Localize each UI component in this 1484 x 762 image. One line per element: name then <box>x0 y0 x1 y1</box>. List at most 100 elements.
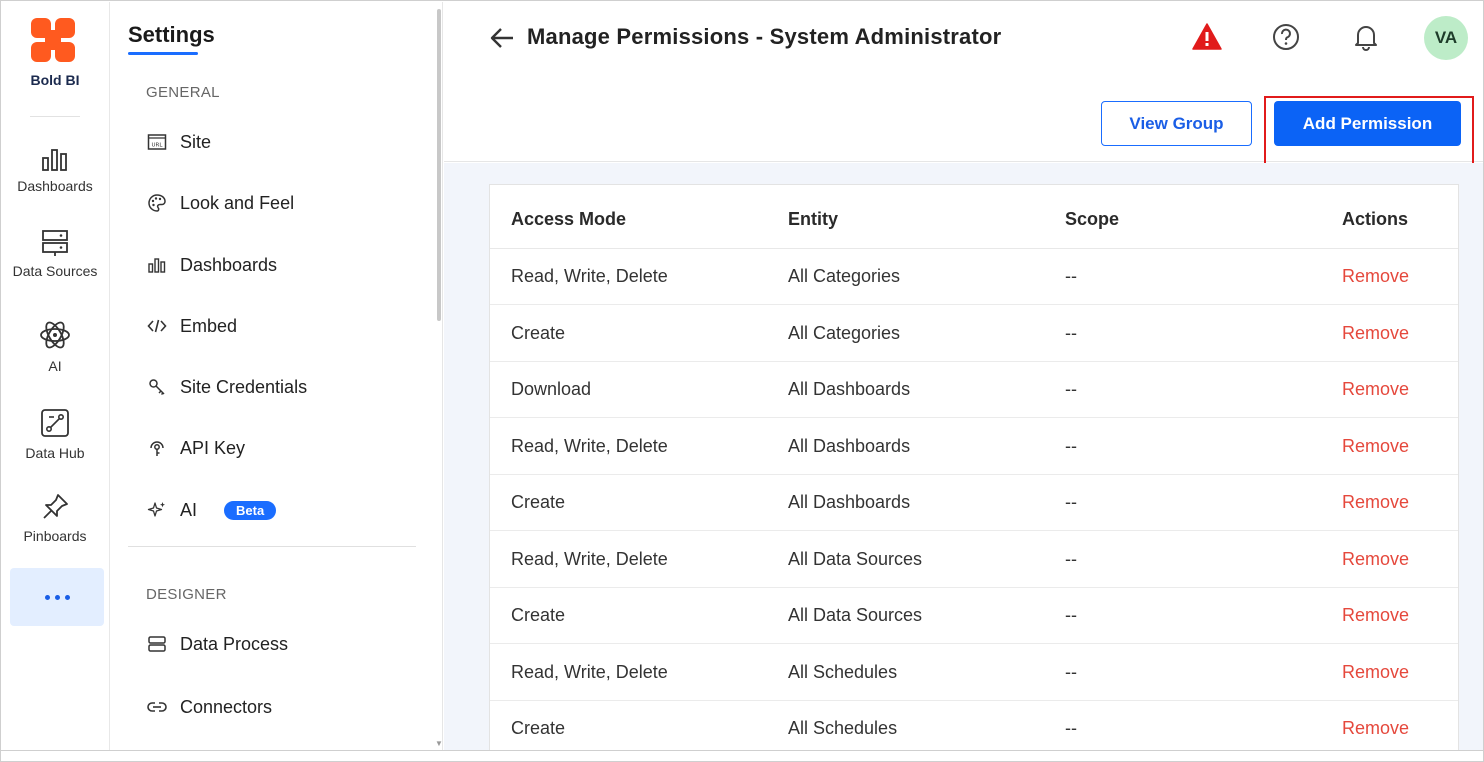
cell-access-mode: Download <box>511 379 592 399</box>
cell-entity: All Data Sources <box>788 605 923 625</box>
remove-link[interactable]: Remove <box>1342 492 1409 513</box>
remove-link[interactable]: Remove <box>1342 436 1409 457</box>
back-arrow-icon[interactable] <box>488 24 516 52</box>
permissions-table: Access Mode Entity Scope Actions Read, W… <box>489 184 1459 757</box>
menu-item-site[interactable]: URL Site <box>146 128 211 156</box>
menu-item-ai[interactable]: AI Beta <box>146 496 277 524</box>
cell-access-mode: Create <box>511 605 566 625</box>
column-header-scope[interactable]: Scope <box>1065 209 1119 230</box>
remove-link[interactable]: Remove <box>1342 549 1409 570</box>
menu-label-dashboards: Dashboards <box>180 254 278 275</box>
sparkle-icon <box>146 499 168 521</box>
group-label-designer: DESIGNER <box>146 586 227 603</box>
table-row: Read, Write, Delete All Dashboards -- Remov… <box>490 419 1458 475</box>
view-group-button[interactable]: View Group <box>1101 101 1252 146</box>
cell-entity: All Categories <box>788 266 901 286</box>
add-permission-button[interactable]: Add Permission <box>1274 101 1461 146</box>
cell-scope: -- <box>1065 322 1077 343</box>
bar-chart-icon <box>146 254 168 276</box>
table-row: Read, Write, Delete All Categories -- Remov… <box>490 249 1458 305</box>
bar-chart-icon <box>42 149 67 171</box>
brand-name: Bold BI <box>30 72 80 88</box>
page-title: Manage Permissions - System Administrato… <box>527 24 1002 49</box>
beta-badge: Beta <box>224 500 277 520</box>
settings-panel: Settings GENERAL URL Site Look and Feel … <box>111 2 443 750</box>
remove-link[interactable]: Remove <box>1342 718 1409 739</box>
cell-scope: -- <box>1065 492 1077 512</box>
remove-link[interactable]: Remove <box>1342 605 1409 626</box>
url-icon: URL <box>146 131 168 153</box>
user-avatar[interactable]: VA <box>1424 16 1468 60</box>
menu-label-site-credentials: Site Credentials <box>180 376 308 397</box>
column-header-actions: Actions <box>1342 209 1409 229</box>
cell-entity: All Dashboards <box>788 379 911 399</box>
rail-item-pinboards[interactable]: Pinboards <box>2 492 108 544</box>
menu-label-ai: AI <box>180 499 198 520</box>
scroll-down-arrow-icon[interactable]: ▼ <box>435 739 443 748</box>
table-row: Create All Categories -- Remove <box>490 306 1458 362</box>
remove-link[interactable]: Remove <box>1342 323 1409 344</box>
table-row: Download All Dashboards -- Remove <box>490 362 1458 418</box>
bold-bi-logo[interactable] <box>29 16 77 64</box>
cell-entity: All Schedules <box>788 718 898 738</box>
cell-entity: All Dashboards <box>788 435 911 456</box>
menu-item-connectors[interactable]: Connectors <box>146 693 272 721</box>
rail-label-dashboards: Dashboards <box>17 178 93 194</box>
menu-label-connectors: Connectors <box>180 696 273 717</box>
remove-link[interactable]: Remove <box>1342 662 1409 683</box>
data-hub-icon <box>41 409 69 437</box>
panel-divider <box>128 546 416 547</box>
warning-icon[interactable] <box>1191 22 1223 52</box>
cell-scope: -- <box>1065 548 1077 569</box>
rail-item-dashboards[interactable]: Dashboards <box>2 146 108 194</box>
api-key-icon <box>146 437 168 459</box>
title-underline <box>128 52 198 55</box>
settings-scrollbar[interactable] <box>437 9 441 321</box>
cell-entity: All Schedules <box>788 661 898 682</box>
cell-scope: -- <box>1065 718 1077 738</box>
more-dots-icon <box>44 594 50 600</box>
cell-scope: -- <box>1065 605 1077 625</box>
remove-link[interactable]: Remove <box>1342 266 1409 287</box>
column-header-access-mode[interactable]: Access Mode <box>511 209 626 230</box>
table-row: Create All Dashboards -- Remove <box>490 475 1458 531</box>
rail-label-pinboards: Pinboards <box>23 528 87 544</box>
window-bottom-edge <box>1 750 1483 761</box>
cell-entity: All Dashboards <box>788 492 911 512</box>
help-icon[interactable] <box>1271 22 1301 52</box>
cell-access-mode: Read, Write, Delete <box>511 435 668 456</box>
menu-item-embed[interactable]: Embed <box>146 312 237 340</box>
cell-access-mode: Create <box>511 718 566 738</box>
notification-bell-icon[interactable] <box>1351 22 1381 52</box>
data-process-icon <box>146 633 168 655</box>
rail-label-data-sources: Data Sources <box>12 263 98 279</box>
left-rail: Bold BI Dashboards Data Sources AI Data … <box>2 2 110 750</box>
cell-access-mode: Create <box>511 322 566 343</box>
more-button[interactable] <box>10 568 104 626</box>
cell-entity: All Data Sources <box>788 548 923 569</box>
table-row: Read, Write, Delete All Schedules -- Remove <box>490 645 1458 701</box>
main-content: Access Mode Entity Scope Actions Read, W… <box>444 163 1483 757</box>
cell-entity: All Categories <box>788 322 901 343</box>
menu-item-data-process[interactable]: Data Process <box>146 630 288 658</box>
column-header-entity[interactable]: Entity <box>788 209 838 230</box>
rail-label-data-hub: Data Hub <box>25 445 85 461</box>
settings-title: Settings <box>128 22 215 47</box>
group-label-general: GENERAL <box>146 84 220 101</box>
menu-item-look-and-feel[interactable]: Look and Feel <box>146 189 294 217</box>
menu-item-dashboards[interactable]: Dashboards <box>146 251 277 279</box>
menu-item-api-key[interactable]: API Key <box>146 434 245 462</box>
menu-item-site-credentials[interactable]: Site Credentials <box>146 373 307 401</box>
table-row: Read, Write, Delete All Data Sources -- Rem… <box>490 532 1458 588</box>
remove-link[interactable]: Remove <box>1342 379 1409 400</box>
link-icon <box>146 696 168 718</box>
rail-divider <box>30 116 80 117</box>
rail-item-data-hub[interactable]: Data Hub <box>2 407 108 461</box>
page-header: Manage Permissions - System Administrato… <box>444 2 1483 168</box>
rail-item-data-sources[interactable]: Data Sources <box>2 229 108 279</box>
menu-label-embed: Embed <box>180 315 238 336</box>
table-row: Create All Schedules -- Remove <box>490 701 1458 757</box>
atom-icon <box>40 321 70 349</box>
rail-item-ai[interactable]: AI <box>2 318 108 374</box>
palette-icon <box>146 192 168 214</box>
